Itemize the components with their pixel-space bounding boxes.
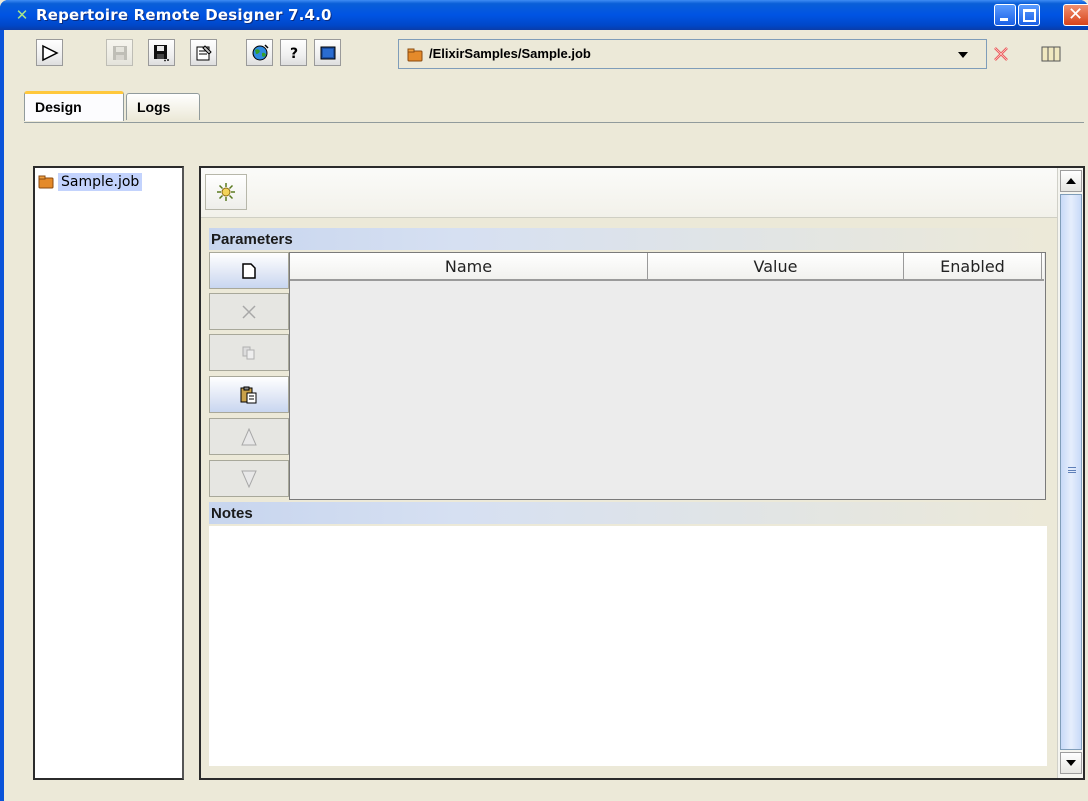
console-icon — [320, 46, 335, 59]
parameters-heading: Parameters — [209, 228, 1047, 250]
vertical-scrollbar[interactable] — [1057, 168, 1083, 778]
column-header-name[interactable]: Name — [290, 253, 648, 281]
run-icon — [41, 44, 59, 61]
close-icon: ✕ — [1068, 4, 1084, 25]
save-button[interactable] — [106, 39, 133, 66]
job-folder-icon — [407, 48, 423, 62]
notes-heading: Notes — [209, 502, 1047, 524]
delete-icon — [242, 304, 256, 319]
console-button[interactable] — [314, 39, 341, 66]
globe-icon — [252, 43, 269, 60]
path-dropdown-button[interactable] — [952, 44, 974, 66]
tab-design[interactable]: Design — [24, 91, 124, 121]
delete-parameter-button[interactable] — [209, 293, 289, 330]
save-as-icon — [153, 44, 169, 61]
chevron-down-icon — [958, 52, 968, 58]
arrow-up-icon — [1066, 178, 1076, 184]
save-icon — [112, 45, 127, 60]
move-down-icon — [241, 470, 257, 488]
svg-text:?: ? — [290, 46, 298, 62]
notes-textarea[interactable] — [209, 526, 1047, 766]
grip-icon — [1068, 467, 1076, 473]
window-title: Repertoire Remote Designer 7.4.0 — [36, 6, 332, 24]
help-icon: ? — [290, 46, 298, 62]
close-job-button[interactable] — [988, 40, 1014, 68]
copy-parameter-button[interactable] — [209, 334, 289, 371]
properties-button[interactable] — [190, 39, 217, 66]
job-icon — [38, 175, 54, 189]
move-up-icon — [241, 427, 257, 445]
sun-gear-icon — [217, 183, 235, 201]
scroll-up-button[interactable] — [1060, 170, 1082, 192]
job-path: /ElixirSamples/Sample.job — [429, 46, 591, 61]
properties-icon — [196, 44, 212, 60]
design-toolbar — [201, 168, 1057, 218]
layout-button[interactable] — [1037, 40, 1065, 68]
close-window-button[interactable]: ✕ — [1063, 4, 1088, 26]
tree-item-sample-job[interactable]: Sample.job — [38, 172, 143, 192]
paste-parameter-button[interactable] — [209, 376, 289, 413]
tab-logs[interactable]: Logs — [126, 93, 200, 120]
help-button[interactable]: ? — [280, 39, 307, 66]
path-combobox[interactable]: /ElixirSamples/Sample.job — [398, 39, 987, 69]
maximize-icon — [1023, 9, 1036, 22]
maximize-button[interactable] — [1018, 4, 1040, 26]
parameters-section: Name Value Enabled — [209, 252, 1046, 500]
parameters-table[interactable]: Name Value Enabled — [289, 252, 1046, 500]
title-bar[interactable]: ✕ Repertoire Remote Designer 7.4.0 ✕ — [0, 0, 1088, 30]
minimize-icon — [1000, 18, 1008, 21]
app-window: ✕ Repertoire Remote Designer 7.4.0 ✕ ? /… — [0, 0, 1088, 801]
tree-item-label: Sample.job — [58, 173, 143, 191]
globe-button[interactable] — [246, 39, 273, 66]
settings-button[interactable] — [205, 174, 247, 210]
minimize-button[interactable] — [994, 4, 1016, 26]
scroll-thumb[interactable] — [1060, 194, 1082, 750]
paste-icon — [240, 386, 257, 403]
move-up-button[interactable] — [209, 418, 289, 455]
close-red-icon — [994, 47, 1008, 61]
copy-icon — [242, 346, 255, 359]
arrow-down-icon — [1066, 760, 1076, 766]
move-down-button[interactable] — [209, 460, 289, 497]
main-toolbar: ? /ElixirSamples/Sample.job — [8, 30, 1088, 69]
run-button[interactable] — [36, 39, 63, 66]
job-tree[interactable]: Sample.job — [33, 166, 184, 780]
table-header: Name Value Enabled — [290, 253, 1044, 281]
save-as-button[interactable] — [148, 39, 175, 66]
column-header-value[interactable]: Value — [648, 253, 904, 281]
elixir-logo-icon: ✕ — [15, 6, 29, 24]
scroll-down-button[interactable] — [1060, 752, 1082, 774]
column-header-enabled[interactable]: Enabled — [904, 253, 1042, 281]
columns-icon — [1041, 46, 1061, 62]
new-parameter-button[interactable] — [209, 252, 289, 289]
design-panel: Parameters Name Value Enabled Notes — [199, 166, 1085, 780]
new-icon — [242, 262, 256, 279]
tab-divider — [24, 122, 1084, 123]
